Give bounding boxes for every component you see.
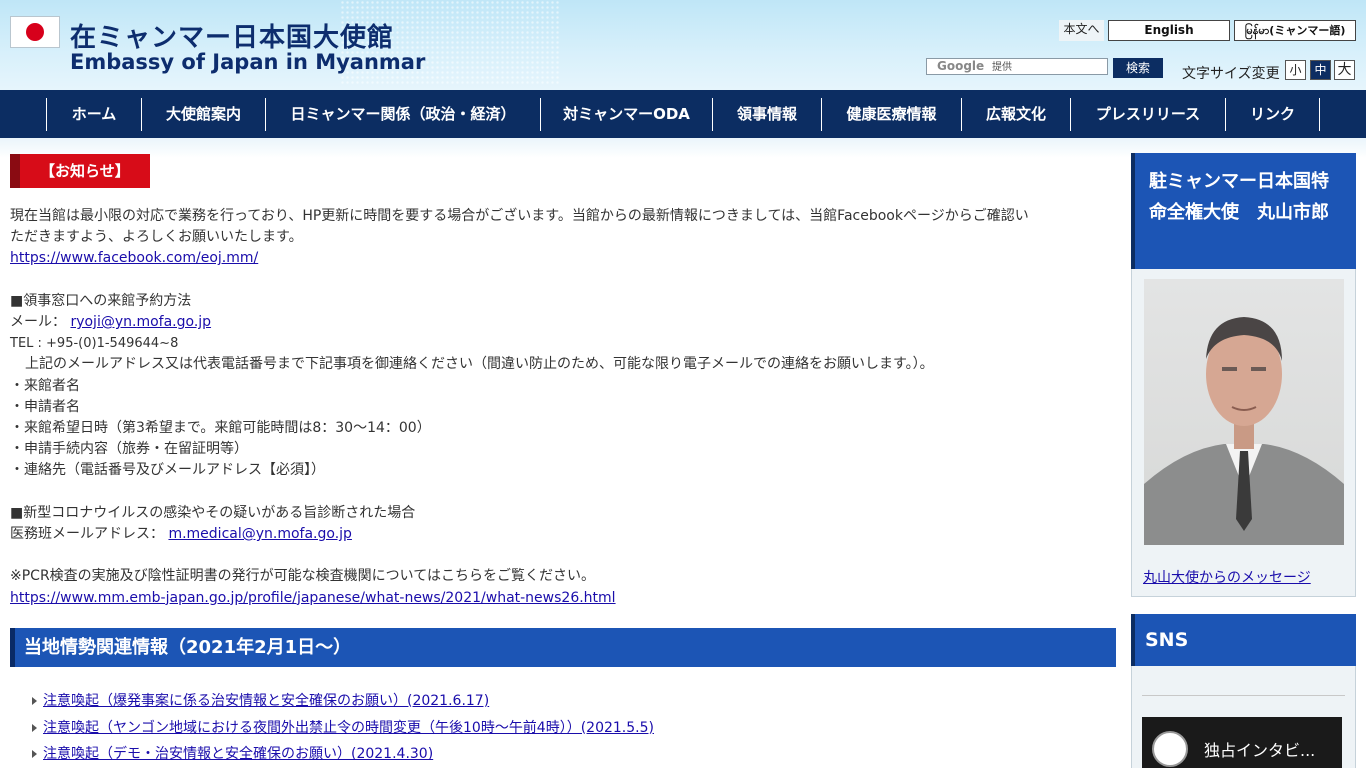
medical-email-link[interactable]: m.medical@yn.mofa.go.jp xyxy=(168,526,351,542)
japan-flag-icon xyxy=(10,16,60,48)
fontsize-medium-button[interactable]: 中 xyxy=(1310,60,1331,80)
video-title: 独占インタビ... xyxy=(1204,741,1316,760)
news-link[interactable]: 注意喚起（爆発事案に係る治安情報と安全確保のお願い）(2021.6.17) xyxy=(43,693,489,709)
facebook-link[interactable]: https://www.facebook.com/eoj.mm/ xyxy=(10,250,258,266)
divider xyxy=(1142,695,1345,696)
search-input[interactable]: Google 提供 xyxy=(926,58,1108,75)
list-item: 注意喚起（爆発事案に係る治安情報と安全確保のお願い）(2021.6.17) xyxy=(32,688,654,715)
ambassador-photo xyxy=(1144,279,1344,545)
ambassador-title: 駐ミャンマー日本国特命全権大使 丸山市郎 xyxy=(1131,153,1356,269)
list-item: ・来館希望日時（第3希望まで。来館可能時間は8：30〜14：00） xyxy=(10,420,431,437)
nav-press[interactable]: プレスリリース xyxy=(1070,98,1225,131)
reservation-heading: ■領事窓口への来館予約方法 xyxy=(10,292,192,309)
pcr-note: ※PCR検査の実施及び陰性証明書の発行が可能な検査機関についてはこちらをご覧くだ… xyxy=(10,568,595,585)
list-item: 注意喚起（デモ・治安情報と安全確保のお願い）(2021.4.30) xyxy=(32,741,654,768)
pcr-link[interactable]: https://www.mm.emb-japan.go.jp/profile/j… xyxy=(10,590,616,606)
channel-logo-icon xyxy=(1152,731,1188,767)
covid-heading: ■新型コロナウイルスの感染やその疑いがある旨診断された場合 xyxy=(10,504,416,521)
news-link[interactable]: 注意喚起（デモ・治安情報と安全確保のお願い）(2021.4.30) xyxy=(43,746,433,762)
search-button[interactable]: 検索 xyxy=(1113,58,1163,78)
nav-home[interactable]: ホーム xyxy=(46,98,141,131)
list-item: ・連絡先（電話番号及びメールアドレス【必須】） xyxy=(10,462,325,479)
tel-text: TEL : +95-(0)1-549644~8 xyxy=(10,336,179,352)
site-header: 在ミャンマー日本国大使館 Embassy of Japan in Myanmar… xyxy=(0,0,1366,90)
mail-label: メール： xyxy=(10,314,66,331)
site-title-en[interactable]: Embassy of Japan in Myanmar xyxy=(70,50,425,74)
nav-consular[interactable]: 領事情報 xyxy=(712,98,821,131)
list-item: ・申請者名 xyxy=(10,398,80,415)
nav-culture[interactable]: 広報文化 xyxy=(961,98,1070,131)
english-button[interactable]: English xyxy=(1108,20,1230,41)
nav-oda[interactable]: 対ミャンマーODA xyxy=(540,98,712,131)
skip-to-content-link[interactable]: 本文へ xyxy=(1059,20,1104,41)
bullet-arrow-icon xyxy=(32,750,37,759)
nav-links[interactable]: リンク xyxy=(1225,98,1320,131)
nav-embassy-info[interactable]: 大使館案内 xyxy=(141,98,265,131)
notice-heading: 【お知らせ】 xyxy=(10,154,150,188)
nav-relations[interactable]: 日ミャンマー関係（政治・経済） xyxy=(265,98,540,131)
news-link[interactable]: 注意喚起（ヤンゴン地域における夜間外出禁止令の時間変更（午後10時〜午前4時））… xyxy=(43,720,654,736)
myanmar-language-button[interactable]: မြန်မာ(ミャンマー語) xyxy=(1234,20,1356,41)
notice-text: ただきますよう、よろしくお願いいたします。 xyxy=(10,229,303,246)
instruction-text: 上記のメールアドレス又は代表電話番号まで下記事項を御連絡ください（間違い防止のた… xyxy=(25,356,934,373)
fontsize-label: 文字サイズ変更 xyxy=(1182,66,1280,82)
notice-body: 現在当館は最小限の対応で業務を行っており、HP更新に時間を要する場合がございます… xyxy=(10,206,1114,609)
nav-health[interactable]: 健康医療情報 xyxy=(821,98,961,131)
list-item: ・申請手続内容（旅券・在留証明等） xyxy=(10,441,248,458)
list-item: 注意喚起（ヤンゴン地域における夜間外出禁止令の時間変更（午後10時〜午前4時））… xyxy=(32,715,654,742)
fontsize-large-button[interactable]: 大 xyxy=(1334,60,1355,80)
fontsize-small-button[interactable]: 小 xyxy=(1285,60,1306,80)
ambassador-message-link[interactable]: 丸山大使からのメッセージ xyxy=(1143,567,1311,587)
bullet-arrow-icon xyxy=(32,723,37,732)
situation-news-list: 注意喚起（爆発事案に係る治安情報と安全確保のお願い）(2021.6.17) 注意… xyxy=(32,688,654,768)
list-item: ・来館者名 xyxy=(10,377,80,394)
bullet-arrow-icon xyxy=(32,697,37,705)
consular-email-link[interactable]: ryoji@yn.mofa.go.jp xyxy=(70,314,211,330)
global-nav: ホーム 大使館案内 日ミャンマー関係（政治・経済） 対ミャンマーODA 領事情報… xyxy=(0,90,1366,138)
site-title-ja[interactable]: 在ミャンマー日本国大使館 xyxy=(70,17,394,54)
search-provider: Google xyxy=(937,59,985,73)
notice-text: 現在当館は最小限の対応で業務を行っており、HP更新に時間を要する場合がございます… xyxy=(10,208,1029,224)
sns-heading: SNS xyxy=(1131,614,1356,666)
medical-label: 医務班メールアドレス： xyxy=(10,526,164,543)
search-placeholder: 提供 xyxy=(992,62,1013,73)
video-thumbnail[interactable]: 独占インタビ... xyxy=(1142,717,1342,768)
situation-heading: 当地情勢関連情報（2021年2月1日〜） xyxy=(10,628,1116,667)
